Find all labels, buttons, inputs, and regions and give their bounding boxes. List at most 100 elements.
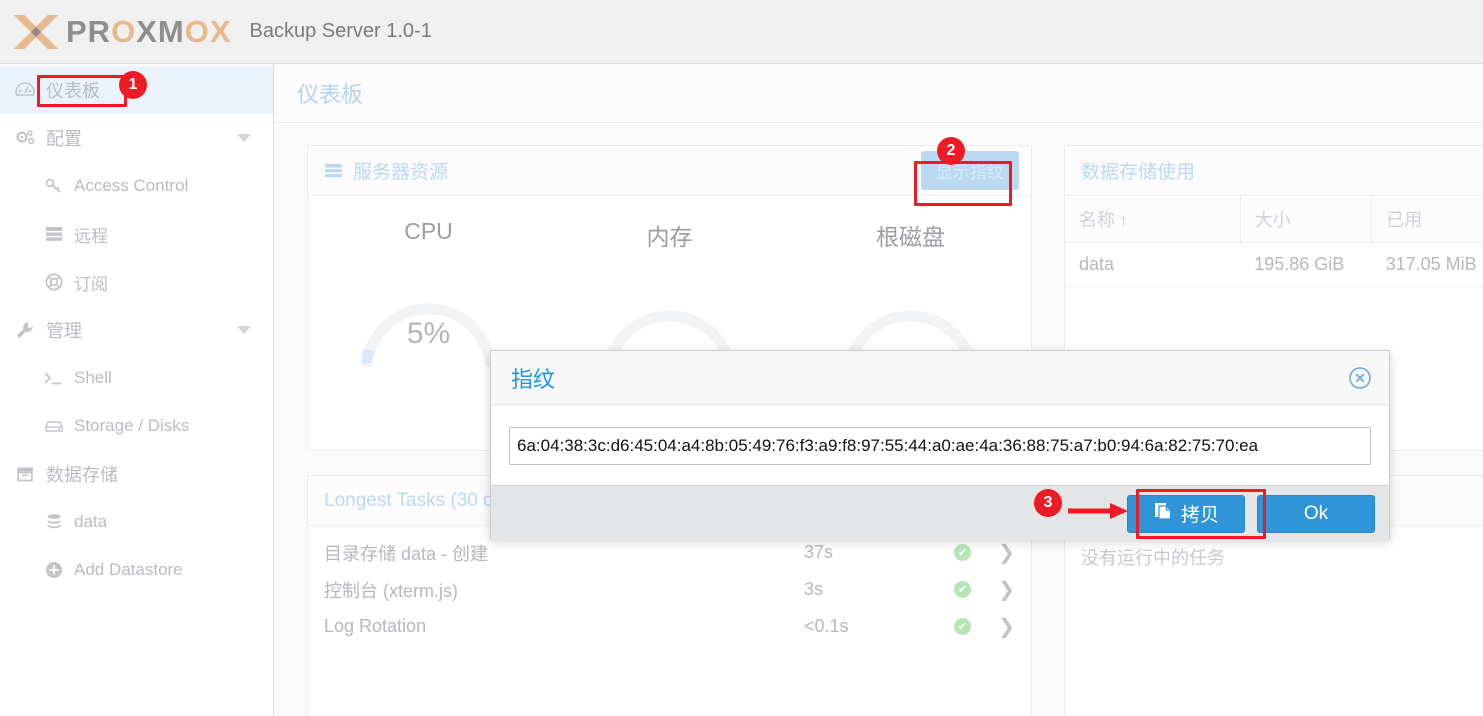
dialog-title: 指纹 <box>511 366 556 392</box>
sidebar-nav: 仪表板 配置 Access Control 远程 订阅 管理 Shell Sto… <box>0 64 274 716</box>
server-list-icon <box>324 162 344 180</box>
sidebar-item-access-control[interactable]: Access Control <box>0 162 273 210</box>
check-icon: ✔ <box>954 618 971 635</box>
cell-size: 195.86 GiB <box>1240 242 1372 287</box>
gauge-ring: 5% <box>351 271 506 369</box>
sidebar-item-label: 订阅 <box>74 274 108 294</box>
chevron-down-icon[interactable] <box>237 326 251 334</box>
sidebar-item-shell[interactable]: Shell <box>0 354 273 402</box>
sidebar-item-label: 配置 <box>46 129 82 149</box>
panel-title: 数据存储使用 <box>1081 157 1195 184</box>
copy-button-label: 拷贝 <box>1180 505 1219 526</box>
sidebar-item-add-datastore[interactable]: Add Datastore <box>0 546 273 594</box>
fingerprint-dialog: 指纹 拷贝 Ok <box>490 350 1390 541</box>
sidebar-item-label: 管理 <box>46 321 82 341</box>
dashboard-icon <box>12 81 38 99</box>
panel-title-label: 服务器资源 <box>353 162 449 183</box>
list-item[interactable]: Log Rotation <0.1s ✔ ❯ <box>308 608 1031 645</box>
resource-gauges: CPU 5% 内存 根磁盘 <box>308 196 1031 376</box>
fingerprint-input[interactable] <box>509 427 1371 465</box>
chevron-down-icon[interactable] <box>237 134 251 142</box>
check-icon: ✔ <box>954 581 971 598</box>
sidebar-item-storage-disks[interactable]: Storage / Disks <box>0 402 273 450</box>
gauge-label: CPU <box>404 218 453 244</box>
table-header-row: 名称 ↑ 大小 已用 <box>1065 196 1483 243</box>
check-icon: ✔ <box>954 544 971 561</box>
copy-button[interactable]: 拷贝 <box>1127 494 1245 533</box>
task-duration: 3s <box>804 579 824 599</box>
sidebar-item-label: Access Control <box>74 176 189 195</box>
sidebar-item-data[interactable]: data <box>0 498 273 546</box>
sidebar-item-dashboard[interactable]: 仪表板 <box>0 66 273 114</box>
panel-body: CPU 5% 内存 根磁盘 <box>308 196 1031 376</box>
dialog-body <box>491 405 1389 485</box>
wrench-icon <box>12 320 38 340</box>
sidebar-item-label: Shell <box>74 368 112 387</box>
panel-body: 目录存储 data - 创建 37s ✔ ❯ 控制台 (xterm.js) 3s… <box>308 526 1031 645</box>
sidebar-item-label: data <box>74 512 108 531</box>
sidebar-item-configuration[interactable]: 配置 <box>0 114 273 162</box>
ok-button[interactable]: Ok <box>1257 494 1375 533</box>
list-item[interactable]: 控制台 (xterm.js) 3s ✔ ❯ <box>308 571 1031 608</box>
cell-used: 317.05 MiB <box>1371 242 1483 287</box>
gears-icon <box>12 128 38 148</box>
column-header-used[interactable]: 已用 <box>1371 196 1483 243</box>
sidebar-item-subscription[interactable]: 订阅 <box>0 258 273 306</box>
dialog-footer: 拷贝 Ok <box>491 485 1389 541</box>
panel-title: 服务器资源 <box>324 157 448 184</box>
panel-header: 服务器资源 显示指纹 <box>308 146 1031 196</box>
sidebar-item-remote[interactable]: 远程 <box>0 210 273 258</box>
status-badge: ✔ <box>954 581 994 598</box>
datastore-table: 名称 ↑ 大小 已用 data 195.86 GiB 317.05 MiB <box>1065 196 1483 287</box>
copy-icon <box>1153 500 1173 528</box>
key-icon <box>42 177 66 195</box>
lifebuoy-icon <box>42 272 66 292</box>
sidebar-item-label: Storage / Disks <box>74 416 190 435</box>
content-header: 仪表板 <box>275 64 1483 123</box>
chevron-right-icon[interactable]: ❯ <box>998 577 1015 602</box>
table-row[interactable]: data 195.86 GiB 317.05 MiB <box>1065 242 1483 287</box>
task-name: 目录存储 data - 创建 <box>324 543 489 564</box>
dashboard-panels: 服务器资源 显示指纹 CPU 5% 内存 根磁盘 数据存储使用 名称 ↑ 大小 … <box>275 123 1483 716</box>
task-name: 控制台 (xterm.js) <box>324 580 458 601</box>
hdd-icon <box>42 418 66 434</box>
brand-text: PROXMOX <box>66 13 232 49</box>
close-circle-icon[interactable] <box>1347 365 1373 391</box>
page-title: 仪表板 <box>297 82 364 107</box>
column-header-name[interactable]: 名称 ↑ <box>1065 196 1241 243</box>
panel-title-label: 数据存储使用 <box>1081 162 1196 183</box>
chevron-right-icon[interactable]: ❯ <box>998 540 1015 565</box>
column-header-size[interactable]: 大小 <box>1240 196 1373 243</box>
proxmox-logo: PROXMOX <box>8 0 232 63</box>
task-name: Log Rotation <box>324 616 427 636</box>
task-duration: 37s <box>804 542 834 562</box>
proxmox-x-icon <box>14 14 58 49</box>
gauge-value: 5% <box>406 317 451 350</box>
gauge-label: 内存 <box>646 224 693 250</box>
show-fingerprint-button[interactable]: 显示指纹 <box>921 151 1019 190</box>
sidebar-item-label: 仪表板 <box>46 81 100 101</box>
status-badge: ✔ <box>954 618 994 635</box>
database-icon <box>42 513 66 531</box>
product-title: Backup Server 1.0-1 <box>249 20 432 42</box>
sidebar-item-datastores[interactable]: 数据存储 <box>0 450 273 498</box>
chevron-right-icon[interactable]: ❯ <box>998 614 1015 639</box>
status-badge: ✔ <box>954 544 994 561</box>
panel-header: 数据存储使用 <box>1065 146 1483 196</box>
panel-body: 名称 ↑ 大小 已用 data 195.86 GiB 317.05 MiB <box>1065 196 1483 287</box>
archive-icon <box>12 465 38 483</box>
sort-ascending-icon: ↑ <box>1119 210 1128 230</box>
cell-name: data <box>1065 242 1241 287</box>
sidebar-item-administration[interactable]: 管理 <box>0 306 273 354</box>
sidebar-item-label: 数据存储 <box>46 465 118 485</box>
plus-circle-icon <box>42 560 66 580</box>
dialog-header: 指纹 <box>491 351 1389 405</box>
gauge-label: 根磁盘 <box>876 224 945 250</box>
task-duration: <0.1s <box>804 616 849 636</box>
proxmox-backup-server-app: PROXMOX Backup Server 1.0-1 仪表板 配置 Acces… <box>0 0 1483 716</box>
top-bar: PROXMOX Backup Server 1.0-1 <box>0 0 1483 64</box>
terminal-icon <box>42 370 66 386</box>
sidebar-item-label: 远程 <box>74 226 108 246</box>
sidebar-item-label: Add Datastore <box>74 560 183 579</box>
server-icon <box>42 225 66 243</box>
